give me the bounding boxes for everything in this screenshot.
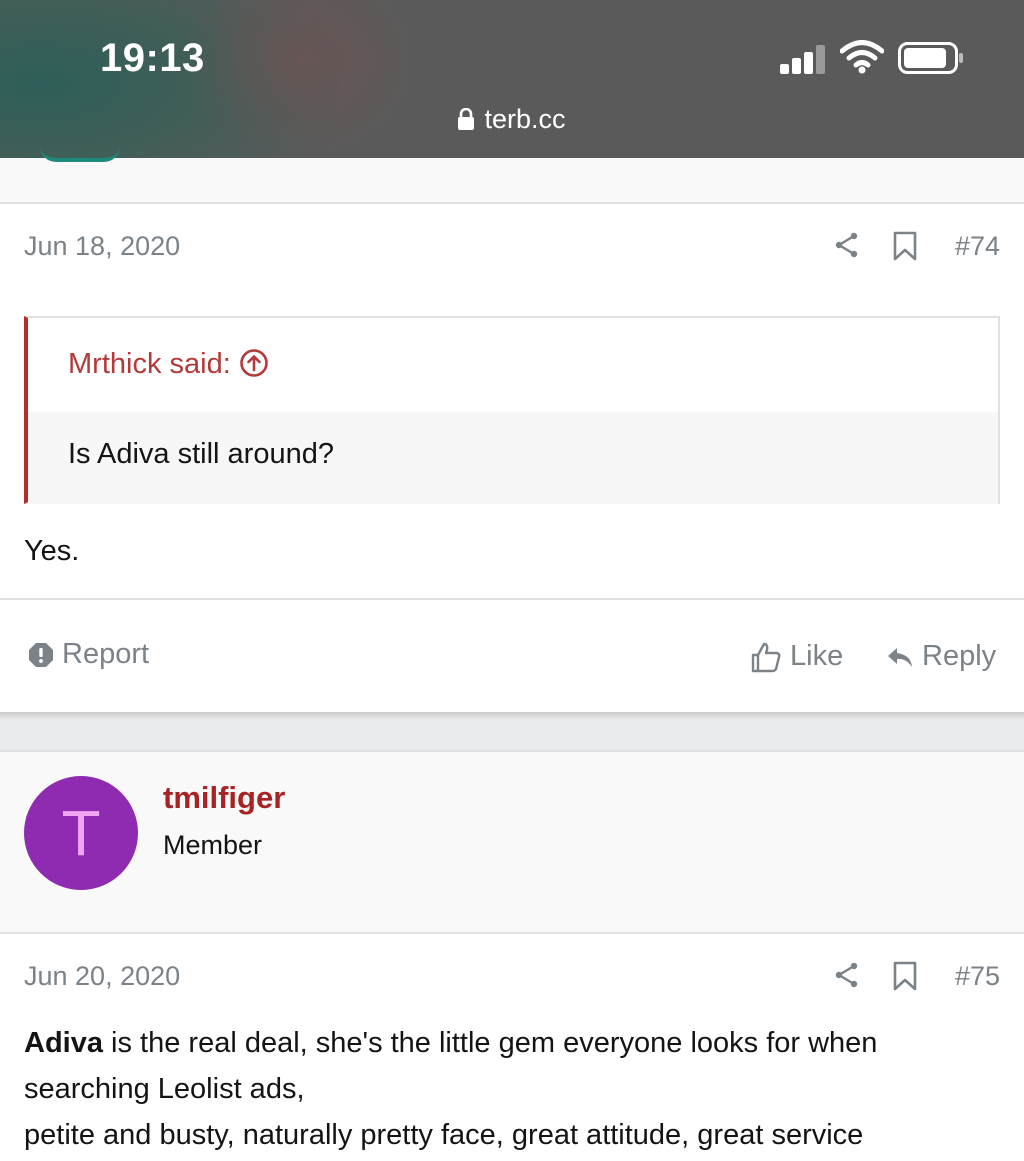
- divider: [0, 202, 1024, 204]
- thumbs-up-icon: [751, 642, 781, 672]
- report-label: Report: [62, 638, 150, 670]
- post-actions-bar: Report Like Reply: [0, 602, 1024, 714]
- post-date[interactable]: Jun 18, 2020: [24, 231, 180, 262]
- post-body-line-2: searching Leolist ads,: [24, 1073, 305, 1105]
- divider: [0, 932, 1024, 934]
- post-75-author-block: T tmilfiger Member: [0, 752, 1024, 932]
- post-body-line-1-rest: is the real deal, she's the little gem e…: [102, 1027, 878, 1059]
- username-link[interactable]: tmilfiger: [163, 780, 285, 816]
- share-icon[interactable]: [834, 961, 860, 989]
- report-icon: [29, 642, 53, 667]
- lock-icon: [458, 108, 475, 130]
- reply-arrow-icon: [888, 647, 912, 667]
- reply-label: Reply: [922, 640, 997, 672]
- like-button[interactable]: Like: [750, 640, 843, 673]
- post-number[interactable]: #75: [955, 961, 1000, 992]
- share-icon[interactable]: [834, 231, 860, 259]
- wifi-icon: [840, 40, 884, 74]
- bold-mention: Adiva: [24, 1027, 103, 1059]
- post-body: Adiva is the real deal, she's the little…: [24, 1020, 1014, 1158]
- previous-avatar-edge: [40, 146, 120, 162]
- report-button[interactable]: Report: [28, 638, 149, 671]
- quote-author: Mrthick said:: [68, 348, 231, 380]
- avatar[interactable]: T: [24, 776, 138, 890]
- like-label: Like: [790, 640, 844, 672]
- post-74-header: Jun 18, 2020 #74: [24, 231, 1000, 271]
- post-number[interactable]: #74: [955, 231, 1000, 262]
- status-time: 19:13: [100, 36, 205, 80]
- post-body: Yes.: [24, 535, 80, 567]
- arrow-up-circle-icon[interactable]: [239, 348, 269, 378]
- quote-block: Mrthick said: Is Adiva still around?: [24, 316, 1000, 504]
- reply-button[interactable]: Reply: [886, 640, 996, 673]
- user-title: Member: [163, 830, 263, 860]
- quote-attribution[interactable]: Mrthick said:: [68, 348, 269, 381]
- bookmark-icon[interactable]: [892, 961, 918, 991]
- post-body-line-1: Adiva is the real deal, she's the little…: [24, 1020, 1014, 1066]
- post-75-header: Jun 20, 2020 #75: [24, 961, 1000, 1001]
- battery-icon: [898, 42, 963, 74]
- address-bar[interactable]: terb.cc: [0, 104, 1024, 135]
- quote-text: Is Adiva still around?: [28, 412, 998, 504]
- url-text: terb.cc: [484, 104, 566, 134]
- bookmark-icon[interactable]: [892, 231, 918, 261]
- divider: [0, 598, 1024, 600]
- browser-status-bar: 19:13 terb.cc: [0, 0, 1024, 158]
- previous-user-block: [0, 158, 1024, 202]
- post-body-line-3: petite and busty, naturally pretty face,…: [24, 1119, 864, 1151]
- post-date[interactable]: Jun 20, 2020: [24, 961, 180, 992]
- card-shadow: [0, 712, 1024, 720]
- cellular-signal-icon: [780, 44, 828, 74]
